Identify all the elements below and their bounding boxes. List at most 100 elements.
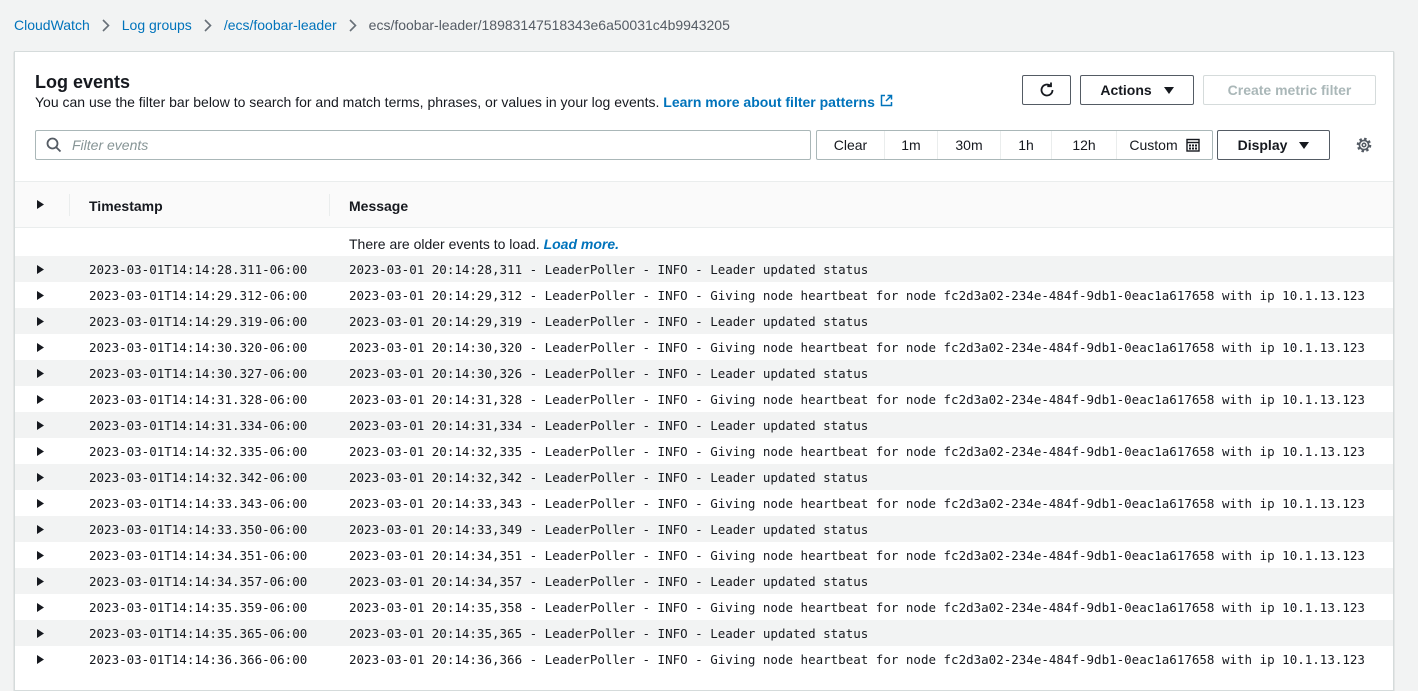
log-table-header: Timestamp Message xyxy=(15,181,1393,228)
column-divider xyxy=(329,194,330,216)
actions-label: Actions xyxy=(1100,82,1152,98)
table-row[interactable]: 2023-03-01T14:14:32.342-06:00 2023-03-01 … xyxy=(15,464,1393,490)
caret-right-icon[interactable] xyxy=(37,291,44,300)
caret-right-icon[interactable] xyxy=(37,629,44,638)
display-dropdown-button[interactable]: Display xyxy=(1217,130,1330,160)
older-events-notice: There are older events to load. Load mor… xyxy=(15,229,1393,256)
table-row[interactable]: 2023-03-01T14:14:35.359-06:00 2023-03-01 … xyxy=(15,594,1393,620)
table-row[interactable]: 2023-03-01T14:14:36.366-06:00 2023-03-01 … xyxy=(15,646,1393,672)
table-row[interactable]: 2023-03-01T14:14:33.343-06:00 2023-03-01 … xyxy=(15,490,1393,516)
table-row[interactable]: 2023-03-01T14:14:32.335-06:00 2023-03-01 … xyxy=(15,438,1393,464)
caret-right-icon[interactable] xyxy=(37,395,44,404)
caret-right-icon[interactable] xyxy=(37,499,44,508)
table-row[interactable]: 2023-03-01T14:14:29.312-06:00 2023-03-01 … xyxy=(15,282,1393,308)
learn-more-label: Learn more about filter patterns xyxy=(663,94,875,110)
breadcrumb-cloudwatch-link[interactable]: CloudWatch xyxy=(14,17,90,33)
panel-title: Log events xyxy=(35,72,131,92)
time-clear-button[interactable]: Clear xyxy=(817,131,884,159)
breadcrumb-log-groups-link[interactable]: Log groups xyxy=(122,17,192,33)
chevron-right-icon xyxy=(204,18,212,32)
actions-dropdown-button[interactable]: Actions xyxy=(1080,75,1194,105)
row-timestamp: 2023-03-01T14:14:35.359-06:00 xyxy=(89,600,308,615)
row-message: 2023-03-01 20:14:31,328 - LeaderPoller -… xyxy=(349,392,1365,407)
external-link-icon xyxy=(880,93,893,111)
row-timestamp: 2023-03-01T14:14:34.357-06:00 xyxy=(89,574,308,589)
time-1h-button[interactable]: 1h xyxy=(1000,131,1051,159)
row-timestamp: 2023-03-01T14:14:28.311-06:00 xyxy=(89,262,308,277)
refresh-button[interactable] xyxy=(1022,75,1071,105)
row-timestamp: 2023-03-01T14:14:29.312-06:00 xyxy=(89,288,308,303)
row-message: 2023-03-01 20:14:30,320 - LeaderPoller -… xyxy=(349,340,1365,355)
caret-right-icon[interactable] xyxy=(37,551,44,560)
row-message: 2023-03-01 20:14:30,326 - LeaderPoller -… xyxy=(349,366,869,381)
expand-all-toggle[interactable] xyxy=(37,200,44,209)
description-text: You can use the filter bar below to sear… xyxy=(35,94,660,110)
time-custom-label: Custom xyxy=(1129,137,1178,153)
time-1m-button[interactable]: 1m xyxy=(884,131,937,159)
filter-events-input[interactable] xyxy=(70,131,810,159)
row-timestamp: 2023-03-01T14:14:32.335-06:00 xyxy=(89,444,308,459)
breadcrumb-log-group-link[interactable]: /ecs/foobar-leader xyxy=(224,17,337,33)
table-row[interactable]: 2023-03-01T14:14:34.357-06:00 2023-03-01 … xyxy=(15,568,1393,594)
caret-right-icon[interactable] xyxy=(37,603,44,612)
filter-events-box xyxy=(35,130,811,160)
row-timestamp: 2023-03-01T14:14:32.342-06:00 xyxy=(89,470,308,485)
table-row[interactable]: 2023-03-01T14:14:29.319-06:00 2023-03-01 … xyxy=(15,308,1393,334)
caret-right-icon[interactable] xyxy=(37,525,44,534)
row-message: 2023-03-01 20:14:28,311 - LeaderPoller -… xyxy=(349,262,869,277)
table-row[interactable]: 2023-03-01T14:14:34.351-06:00 2023-03-01 … xyxy=(15,542,1393,568)
caret-right-icon[interactable] xyxy=(37,369,44,378)
column-header-message[interactable]: Message xyxy=(349,198,408,214)
row-message: 2023-03-01 20:14:33,349 - LeaderPoller -… xyxy=(349,522,869,537)
row-message: 2023-03-01 20:14:29,319 - LeaderPoller -… xyxy=(349,314,869,329)
caret-down-icon xyxy=(1299,141,1310,149)
refresh-icon xyxy=(1038,81,1056,99)
load-more-link[interactable]: Load more. xyxy=(544,236,619,252)
caret-down-icon xyxy=(1163,86,1174,94)
row-message: 2023-03-01 20:14:33,343 - LeaderPoller -… xyxy=(349,496,1365,511)
row-timestamp: 2023-03-01T14:14:31.334-06:00 xyxy=(89,418,308,433)
caret-right-icon[interactable] xyxy=(37,577,44,586)
table-row[interactable]: 2023-03-01T14:14:35.365-06:00 2023-03-01 … xyxy=(15,620,1393,646)
search-icon xyxy=(46,137,62,153)
display-label: Display xyxy=(1237,137,1288,153)
time-30m-button[interactable]: 30m xyxy=(937,131,1000,159)
caret-right-icon[interactable] xyxy=(37,421,44,430)
breadcrumb: CloudWatch Log groups /ecs/foobar-leader… xyxy=(14,0,730,50)
table-row[interactable]: 2023-03-01T14:14:30.320-06:00 2023-03-01 … xyxy=(15,334,1393,360)
caret-right-icon[interactable] xyxy=(37,343,44,352)
row-message: 2023-03-01 20:14:35,365 - LeaderPoller -… xyxy=(349,626,869,641)
log-events-panel: Log events You can use the filter bar be… xyxy=(14,51,1394,691)
create-metric-filter-button[interactable]: Create metric filter xyxy=(1203,75,1376,105)
learn-more-link[interactable]: Learn more about filter patterns xyxy=(663,94,893,110)
table-row[interactable]: 2023-03-01T14:14:31.328-06:00 2023-03-01 … xyxy=(15,386,1393,412)
row-message: 2023-03-01 20:14:32,335 - LeaderPoller -… xyxy=(349,444,1365,459)
row-timestamp: 2023-03-01T14:14:30.320-06:00 xyxy=(89,340,308,355)
caret-right-icon[interactable] xyxy=(37,265,44,274)
row-timestamp: 2023-03-01T14:14:33.350-06:00 xyxy=(89,522,308,537)
panel-description: You can use the filter bar below to sear… xyxy=(35,93,893,112)
breadcrumb-current-log-stream: ecs/foobar-leader/18983147518343e6a50031… xyxy=(368,17,730,33)
time-custom-button[interactable]: Custom xyxy=(1116,131,1212,159)
chevron-right-icon xyxy=(349,18,357,32)
table-row[interactable]: 2023-03-01T14:14:30.327-06:00 2023-03-01 … xyxy=(15,360,1393,386)
column-header-timestamp[interactable]: Timestamp xyxy=(89,198,163,214)
chevron-right-icon xyxy=(102,18,110,32)
caret-right-icon[interactable] xyxy=(37,655,44,664)
row-timestamp: 2023-03-01T14:14:36.366-06:00 xyxy=(89,652,308,667)
row-message: 2023-03-01 20:14:36,366 - LeaderPoller -… xyxy=(349,652,1365,667)
caret-right-icon[interactable] xyxy=(37,447,44,456)
time-range-selector: Clear 1m 30m 1h 12h Custom xyxy=(816,130,1213,160)
table-row[interactable]: 2023-03-01T14:14:28.311-06:00 2023-03-01 … xyxy=(15,256,1393,282)
caret-right-icon[interactable] xyxy=(37,473,44,482)
row-timestamp: 2023-03-01T14:14:33.343-06:00 xyxy=(89,496,308,511)
table-row[interactable]: 2023-03-01T14:14:33.350-06:00 2023-03-01 … xyxy=(15,516,1393,542)
row-timestamp: 2023-03-01T14:14:34.351-06:00 xyxy=(89,548,308,563)
row-message: 2023-03-01 20:14:34,357 - LeaderPoller -… xyxy=(349,574,869,589)
calendar-icon xyxy=(1185,138,1200,152)
caret-right-icon[interactable] xyxy=(37,317,44,326)
table-row[interactable]: 2023-03-01T14:14:31.334-06:00 2023-03-01 … xyxy=(15,412,1393,438)
gear-icon[interactable] xyxy=(1355,136,1373,154)
column-divider xyxy=(69,194,70,216)
time-12h-button[interactable]: 12h xyxy=(1051,131,1116,159)
